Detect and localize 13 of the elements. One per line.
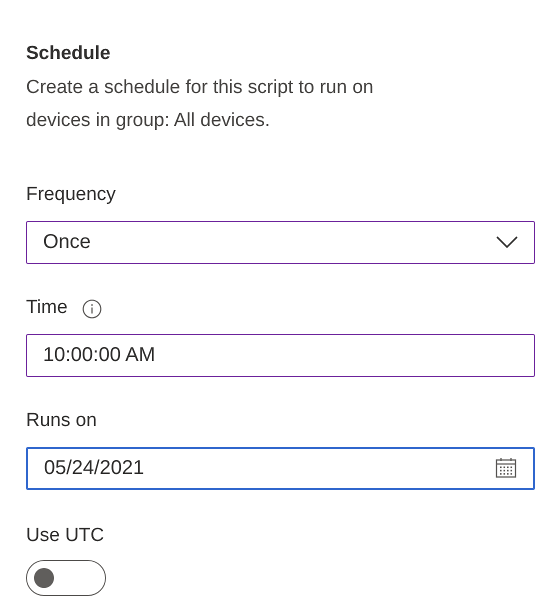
field-label: Time — [26, 296, 68, 320]
toggle-label: Use UTC — [26, 524, 106, 548]
time-field[interactable]: 10:00:00 AM — [26, 334, 535, 376]
frequency-dropdown[interactable]: Once — [26, 220, 535, 264]
info-icon[interactable] — [82, 298, 102, 318]
date-field[interactable]: 05/24/2021 — [26, 446, 535, 490]
section-description: Create a schedule for this script to run on devices in group: All devices. — [26, 76, 374, 132]
toggle-switch[interactable] — [26, 560, 106, 596]
section-title: Schedule — [26, 42, 112, 66]
field-label: Frequency — [26, 183, 116, 208]
field-label: Runs on — [26, 409, 97, 434]
calendar-icon — [495, 457, 517, 479]
chevron-down-icon — [496, 236, 518, 248]
